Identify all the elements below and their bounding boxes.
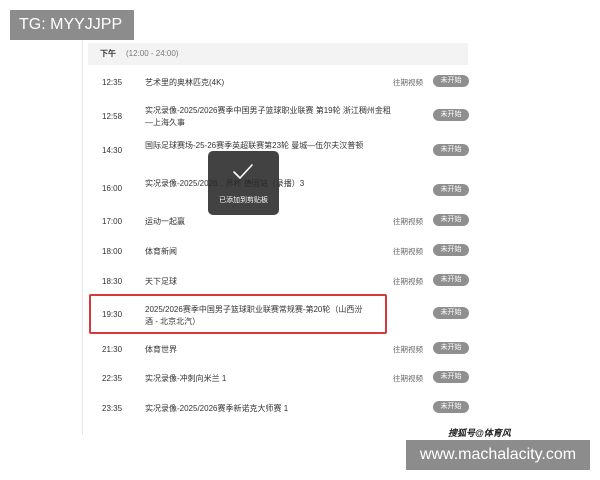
program-title[interactable]: 体育新闻 xyxy=(145,246,395,258)
toast-message: 已添加到剪贴板 xyxy=(219,197,268,204)
program-title[interactable]: 艺术里的奥林匹克(4K) xyxy=(145,77,395,89)
program-time: 22:35 xyxy=(102,374,123,383)
section-header: 下午 (12:00 - 24:00) xyxy=(88,43,468,65)
status-badge[interactable]: 未开始 xyxy=(433,144,469,156)
status-badge[interactable]: 未开始 xyxy=(433,274,469,286)
program-title[interactable]: 天下足球 xyxy=(145,276,395,288)
status-badge[interactable]: 未开始 xyxy=(433,342,469,354)
status-badge[interactable]: 未开始 xyxy=(433,214,469,226)
program-time: 16:00 xyxy=(102,184,123,193)
program-time: 17:00 xyxy=(102,217,123,226)
check-icon xyxy=(233,164,253,179)
program-title[interactable]: 实况录像-冲刺向米兰 1 xyxy=(145,373,395,385)
program-title[interactable]: 体育世界 xyxy=(145,344,395,356)
program-title[interactable]: 实况录像-2025/2026赛季新诺克大师赛 1 xyxy=(145,403,395,415)
period-label: 下午 xyxy=(100,49,116,58)
program-time: 21:30 xyxy=(102,345,123,354)
tg-watermark: TG: MYYJJPP xyxy=(10,10,134,40)
program-time: 12:35 xyxy=(102,78,123,87)
replay-link[interactable]: 往期视频 xyxy=(393,216,423,227)
period-range: (12:00 - 24:00) xyxy=(126,49,179,58)
status-badge[interactable]: 未开始 xyxy=(433,109,469,121)
replay-link[interactable]: 往期视频 xyxy=(393,246,423,257)
program-time: 18:00 xyxy=(102,247,123,256)
status-badge[interactable]: 未开始 xyxy=(433,371,469,383)
program-title[interactable]: 运动一起赢 xyxy=(145,216,395,228)
status-badge[interactable]: 未开始 xyxy=(433,184,469,196)
program-title[interactable]: 实况录像-2025/2026赛季中国男子篮球职业联赛 第19轮 浙江稠州金租—上… xyxy=(145,105,395,129)
url-watermark: www.machalacity.com xyxy=(406,440,590,470)
replay-link[interactable]: 往期视频 xyxy=(393,373,423,384)
replay-link[interactable]: 往期视频 xyxy=(393,77,423,88)
program-time: 23:35 xyxy=(102,404,123,413)
sohu-watermark: 搜狐号@体育风 xyxy=(448,428,511,438)
status-badge[interactable]: 未开始 xyxy=(433,401,469,413)
replay-link[interactable]: 往期视频 xyxy=(393,276,423,287)
copied-toast: 已添加到剪贴板 xyxy=(208,151,279,215)
status-badge[interactable]: 未开始 xyxy=(433,307,469,319)
program-time: 12:58 xyxy=(102,112,123,121)
status-badge[interactable]: 未开始 xyxy=(433,244,469,256)
program-time: 14:30 xyxy=(102,146,123,155)
status-badge[interactable]: 未开始 xyxy=(433,75,469,87)
replay-link[interactable]: 往期视频 xyxy=(393,344,423,355)
highlight-annotation xyxy=(89,294,387,334)
program-time: 18:30 xyxy=(102,277,123,286)
